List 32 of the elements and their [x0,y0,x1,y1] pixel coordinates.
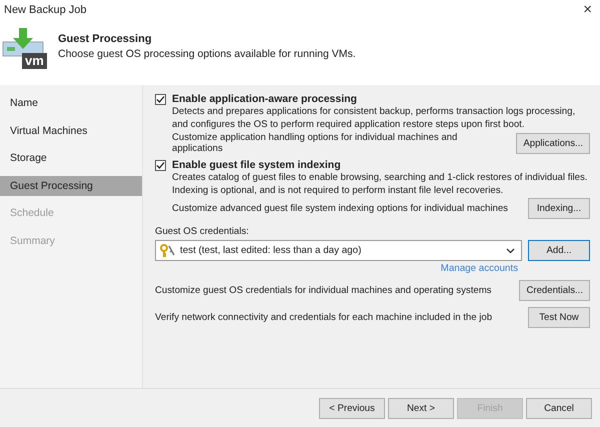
wizard-button[interactable]: Cancel [526,398,592,418]
action-text: Customize guest OS credentials for individual machines and operating systems [155,285,492,296]
options-button[interactable]: Applications... [516,132,590,154]
add-button[interactable]: Add... [528,240,590,261]
chevron-down-icon [506,248,515,254]
checkbox[interactable] [155,160,166,170]
keys-icon [160,244,176,258]
option-description: Creates catalog of guest files to enable browsing, searching and 1-click restores of individual files. Indexing is optional, and is not required to perform instant file level recoveries. [172,171,588,197]
sidebar-item[interactable]: Guest Processing [0,176,142,196]
action-button[interactable]: Test Now [528,307,590,328]
page-subtitle: Choose guest OS processing options available for running VMs. [58,48,356,60]
wizard-button[interactable]: < Previous [319,398,385,418]
customize-text: Customize advanced guest file system indexing options for individual machines [172,203,508,214]
page-title: Guest Processing [58,33,153,45]
checkbox[interactable] [155,94,166,104]
credentials-dropdown[interactable]: test (test, last edited: less than a day ago) [155,240,522,261]
options-button[interactable]: Indexing... [528,198,590,219]
manage-accounts-link[interactable]: Manage accounts [440,263,518,274]
sidebar-item[interactable]: Virtual Machines [0,120,142,140]
credentials-label: Guest OS credentials: [155,226,250,237]
option-label: Enable guest file system indexing [172,159,341,171]
action-button[interactable]: Credentials... [519,280,590,301]
customize-text: Customize application handling options for individual machines and applications [172,132,458,154]
option-label: Enable application-aware processing [172,93,357,105]
close-button[interactable]: × [575,0,600,20]
action-text: Verify network connectivity and credentials for each machine included in the job [155,312,492,323]
vm-label: vm [22,53,47,69]
option-description: Detects and prepares applications for consistent backup, performs transaction logs processing, and configures the OS to perform required application restore steps upon first boot. [172,105,576,131]
sidebar-item[interactable]: Name [0,93,142,113]
window-title: New Backup Job [4,4,87,16]
sidebar-item[interactable]: Storage [0,148,142,168]
wizard-button[interactable]: Next > [388,398,454,418]
